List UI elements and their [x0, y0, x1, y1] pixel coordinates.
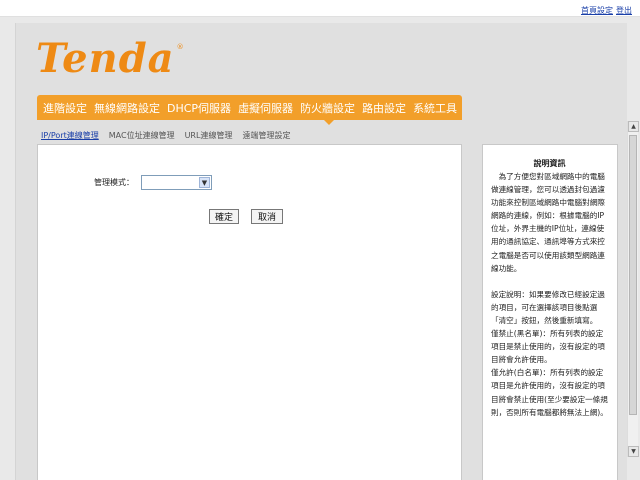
main-panel: Tenda ® 進階設定 無線網路設定 DHCP伺服器 虛擬伺服器 防火牆設定 …	[15, 23, 627, 480]
mode-select[interactable]: ▼	[141, 175, 212, 190]
subnav-item-ip-port[interactable]: IP/Port連線管理	[41, 130, 99, 141]
nav-item-advanced[interactable]: 進階設定	[43, 100, 87, 116]
scrollbar-thumb[interactable]	[629, 135, 637, 415]
chevron-down-icon[interactable]: ▼	[199, 177, 210, 188]
logout-link[interactable]: 登出	[616, 6, 632, 15]
nav-item-routing[interactable]: 路由設定	[362, 100, 406, 116]
tenda-logo: Tenda ®	[36, 39, 184, 79]
help-paragraph-whitelist: 僅允許(白名單)：所有列表的設定項目是允許使用的，沒有設定的項目將會禁止使用(至…	[491, 368, 608, 417]
form-buttons: 確定 取消	[209, 209, 283, 224]
top-links: 首頁設定 登出	[581, 5, 632, 16]
page-frame: Tenda ® 進階設定 無線網路設定 DHCP伺服器 虛擬伺服器 防火牆設定 …	[0, 17, 640, 480]
help-spacer	[491, 275, 608, 288]
nav-item-system-tools[interactable]: 系統工具	[413, 100, 457, 116]
nav-item-firewall[interactable]: 防火牆設定	[300, 100, 355, 116]
mode-row: 管理模式： ▼	[94, 175, 212, 190]
home-settings-link[interactable]: 首頁設定	[581, 6, 613, 15]
nav-item-wireless[interactable]: 無線網路設定	[94, 100, 160, 116]
help-paragraph-intro: 為了方便您對區域網路中的電腦做連線管理，您可以透過封包過濾功能來控制區域網路中電…	[491, 172, 605, 273]
help-paragraph-settings: 設定說明：如果要修改已經設定過的項目，可在選擇該項目後點選「清空」按鈕，然後重新…	[491, 289, 605, 325]
settings-form: 管理模式： ▼ 確定 取消	[37, 144, 462, 480]
sub-nav: IP/Port連線管理 MAC位址連線管理 URL連線管理 遠端管理設定	[41, 130, 300, 141]
help-panel: 說明資訊 為了方便您對區域網路中的電腦做連線管理，您可以透過封包過濾功能來控制區…	[482, 144, 618, 480]
cancel-button[interactable]: 取消	[251, 209, 283, 224]
help-scrollbar[interactable]: ▲ ▼	[627, 121, 639, 457]
active-nav-pointer	[324, 120, 334, 125]
logo-registered-mark: ®	[176, 43, 184, 51]
arrow-down-icon[interactable]: ▼	[628, 446, 639, 457]
main-nav: 進階設定 無線網路設定 DHCP伺服器 虛擬伺服器 防火牆設定 路由設定 系統工…	[37, 95, 462, 120]
logo-text: Tenda	[36, 35, 175, 82]
help-paragraph-blacklist: 僅禁止(黑名單)：所有列表的設定項目是禁止使用的，沒有設定的項目將會允許使用。	[491, 329, 605, 365]
ok-button[interactable]: 確定	[209, 209, 239, 224]
mode-label: 管理模式：	[94, 178, 134, 187]
help-title: 說明資訊	[533, 159, 566, 168]
subnav-item-remote-management[interactable]: 遠端管理設定	[242, 130, 290, 141]
top-bar: 首頁設定 登出	[0, 0, 640, 17]
nav-item-dhcp[interactable]: DHCP伺服器	[167, 100, 231, 116]
arrow-up-icon[interactable]: ▲	[628, 121, 639, 132]
subnav-item-mac[interactable]: MAC位址連線管理	[109, 130, 175, 141]
nav-item-virtual-server[interactable]: 虛擬伺服器	[238, 100, 293, 116]
subnav-item-url[interactable]: URL連線管理	[185, 130, 233, 141]
